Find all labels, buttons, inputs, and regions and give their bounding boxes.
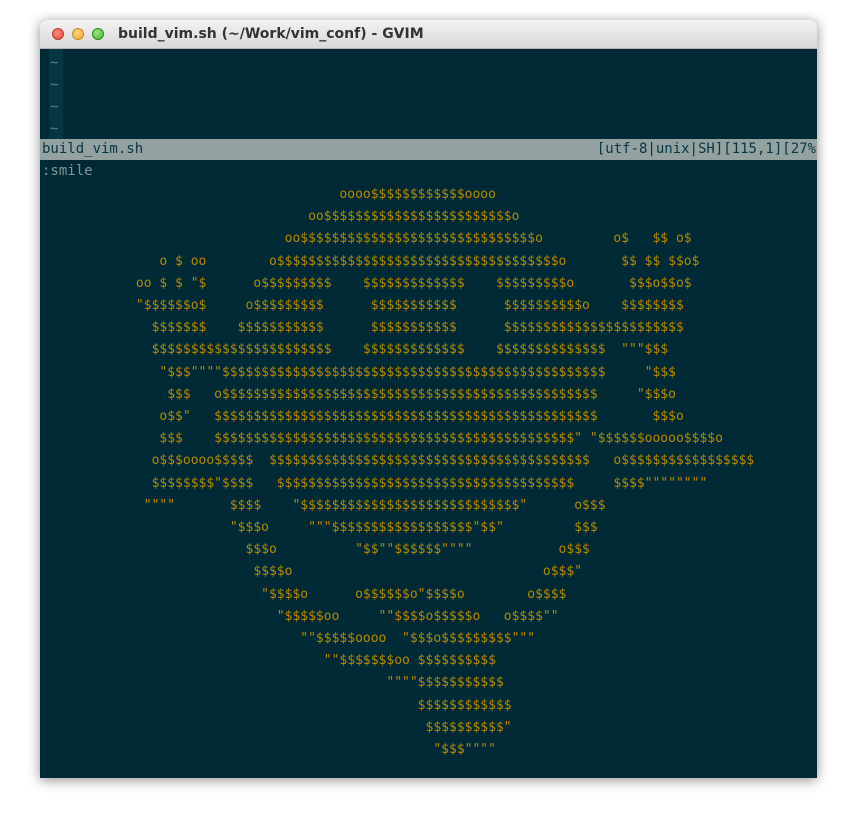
window-title: build_vim.sh (~/Work/vim_conf) - GVIM [118, 26, 424, 42]
empty-line-marker: ~ [50, 121, 59, 137]
status-filename: build_vim.sh [42, 141, 144, 157]
title-bar: build_vim.sh (~/Work/vim_conf) - GVIM [40, 20, 817, 49]
empty-line-marker: ~ [50, 99, 59, 115]
minimize-button[interactable] [72, 28, 84, 40]
maximize-button[interactable] [92, 28, 104, 40]
command-line[interactable]: :smile [42, 163, 93, 179]
empty-line-marker: ~ [50, 55, 59, 71]
status-fileinfo: [utf-8|unix|SH][115,1][27% [596, 141, 816, 157]
editor-buffer[interactable]: ~ ~ ~ ~ [40, 49, 817, 139]
close-button[interactable] [52, 28, 64, 40]
status-line: build_vim.sh [utf-8|unix|SH][115,1][27% [40, 139, 817, 160]
gvim-window: build_vim.sh (~/Work/vim_conf) - GVIM ~ … [40, 20, 817, 778]
empty-line-marker: ~ [50, 77, 59, 93]
smiley-ascii-art: oooo$$$$$$$$$$$$oooo oo$$$$$$$$$$$$$$$$$… [135, 187, 755, 758]
